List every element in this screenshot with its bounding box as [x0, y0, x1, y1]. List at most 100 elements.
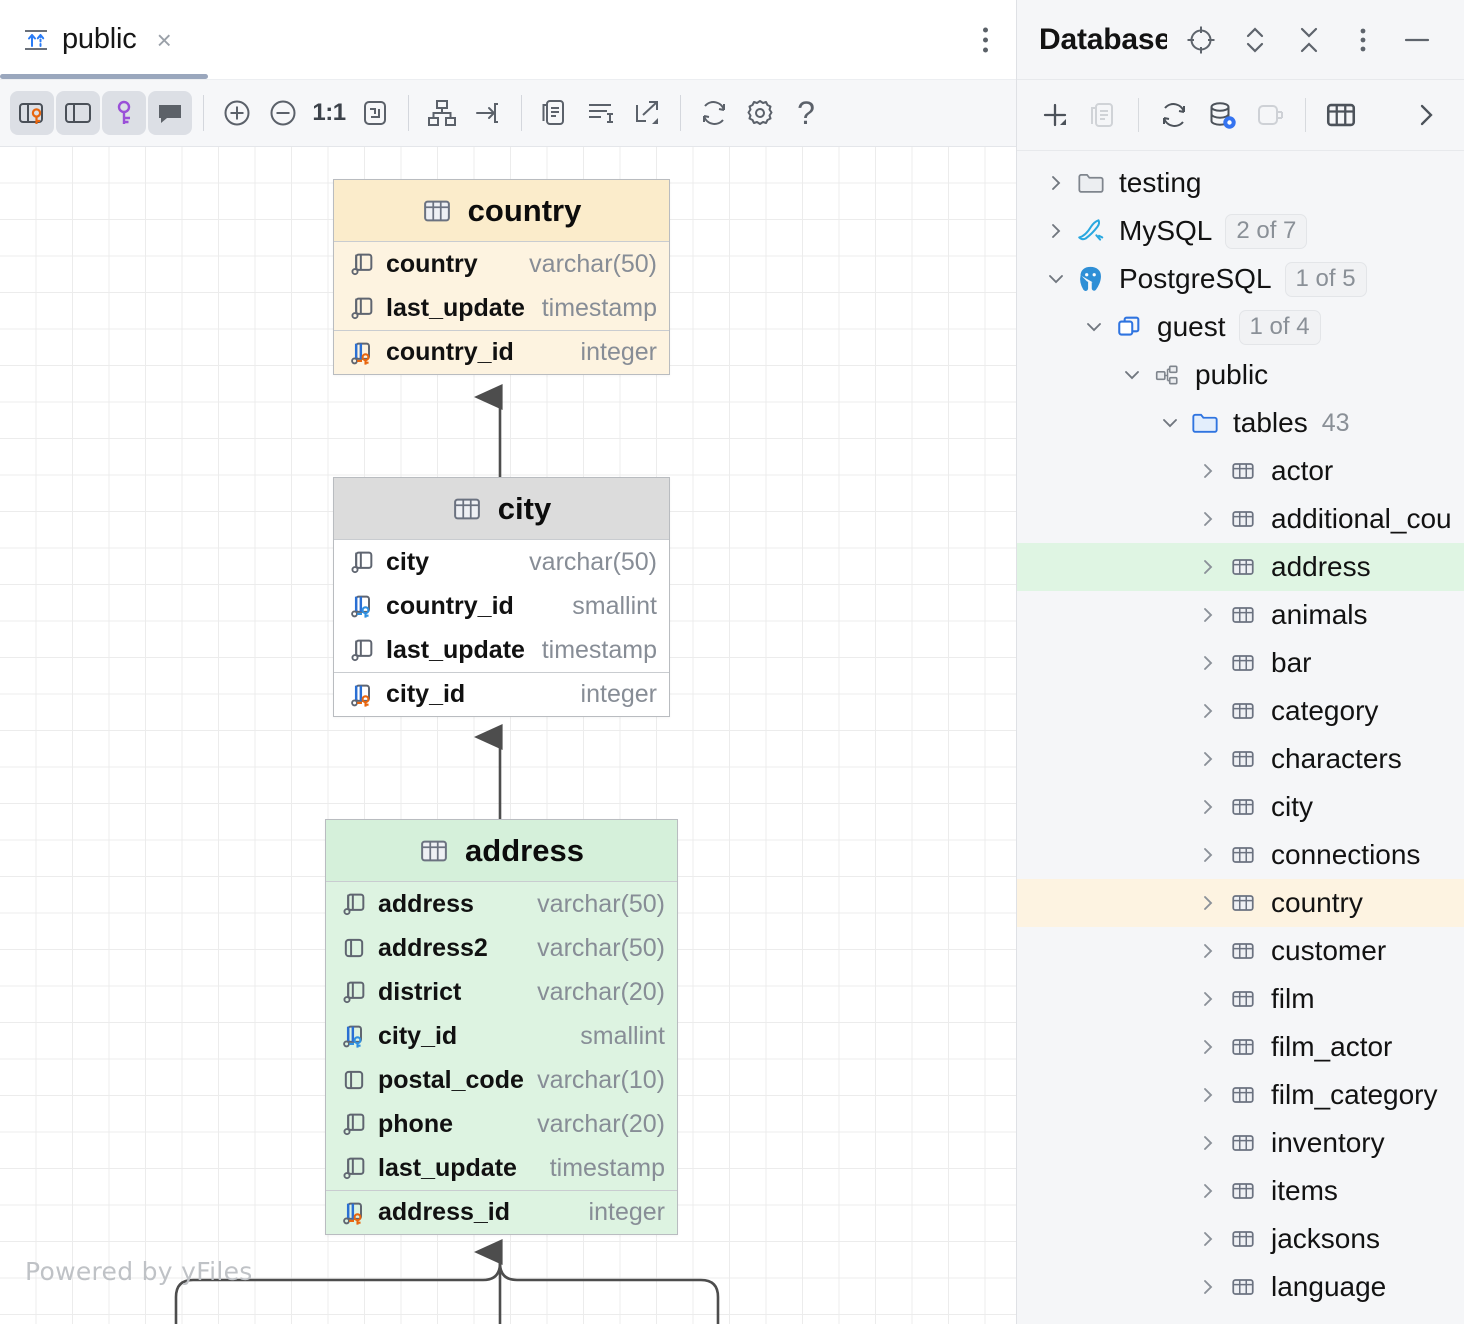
refresh-button[interactable] — [692, 91, 736, 135]
tree-item-characters[interactable]: characters — [1017, 735, 1464, 783]
tree-item-label: film_category — [1271, 1079, 1438, 1111]
new-data-source-icon[interactable] — [1033, 93, 1077, 137]
scroll-from-source-icon[interactable] — [1181, 20, 1221, 60]
chevron-right-icon[interactable] — [1191, 1038, 1225, 1056]
refresh-icon[interactable] — [1152, 93, 1196, 137]
options-menu-icon[interactable] — [1343, 20, 1383, 60]
column-row[interactable]: last_update timestamp — [334, 286, 669, 330]
tab-public[interactable]: public × — [0, 0, 192, 79]
table-icon — [1225, 888, 1261, 918]
close-icon[interactable]: × — [157, 27, 172, 53]
primary-key-row[interactable]: city_id integer — [334, 672, 669, 716]
tree-item-country[interactable]: country — [1017, 879, 1464, 927]
chevron-right-icon[interactable] — [1191, 1182, 1225, 1200]
jump-to-button[interactable] — [466, 91, 510, 135]
database-tree[interactable]: testing MySQL 2 of 7 — [1017, 151, 1464, 1324]
tree-item-inventory[interactable]: inventory — [1017, 1119, 1464, 1167]
chevron-down-icon[interactable] — [1153, 414, 1187, 432]
chevron-right-icon[interactable] — [1191, 654, 1225, 672]
chevron-right-icon[interactable] — [1191, 1086, 1225, 1104]
chevron-right-icon[interactable] — [1191, 606, 1225, 624]
table-node-city[interactable]: city city varchar(50) — [333, 477, 670, 717]
chevron-right-icon[interactable] — [1191, 558, 1225, 576]
tree-item-city[interactable]: city — [1017, 783, 1464, 831]
column-row[interactable]: address2 varchar(50) — [326, 926, 677, 970]
tree-item-animals[interactable]: animals — [1017, 591, 1464, 639]
column-row[interactable]: district varchar(20) — [326, 970, 677, 1014]
tree-item-items[interactable]: items — [1017, 1167, 1464, 1215]
tree-item-bar[interactable]: bar — [1017, 639, 1464, 687]
column-row[interactable]: phone varchar(20) — [326, 1102, 677, 1146]
tree-item-connections[interactable]: connections — [1017, 831, 1464, 879]
chevron-right-icon[interactable] — [1191, 462, 1225, 480]
zoom-in-button[interactable] — [215, 91, 259, 135]
tree-item-postgresql[interactable]: PostgreSQL 1 of 5 — [1017, 255, 1464, 303]
tree-item-jacksons[interactable]: jacksons — [1017, 1215, 1464, 1263]
show-comments-toggle[interactable] — [148, 91, 192, 135]
tree-item-customer[interactable]: customer — [1017, 927, 1464, 975]
tree-item-film-actor[interactable]: film_actor — [1017, 1023, 1464, 1071]
minimize-icon[interactable] — [1397, 20, 1437, 60]
chevron-right-icon[interactable] — [1191, 510, 1225, 528]
primary-key-row[interactable]: address_id integer — [326, 1190, 677, 1234]
tree-item-film[interactable]: film — [1017, 975, 1464, 1023]
collapse-all-icon[interactable] — [1289, 20, 1329, 60]
fit-content-button[interactable] — [353, 91, 397, 135]
chevron-right-icon[interactable] — [1191, 894, 1225, 912]
tree-item-testing[interactable]: testing — [1017, 159, 1464, 207]
chevron-right-icon[interactable] — [1191, 702, 1225, 720]
column-row[interactable]: address varchar(50) — [326, 882, 677, 926]
show-columns-toggle[interactable] — [10, 91, 54, 135]
tree-item-category[interactable]: category — [1017, 687, 1464, 735]
chevron-down-icon[interactable] — [1115, 366, 1149, 384]
chevron-right-icon[interactable] — [1191, 1230, 1225, 1248]
open-table-icon[interactable] — [1319, 93, 1363, 137]
table-node-title: address — [465, 833, 584, 869]
primary-key-row[interactable]: country_id integer — [334, 330, 669, 374]
database-settings-icon[interactable] — [1200, 93, 1244, 137]
export-button[interactable] — [625, 91, 669, 135]
help-button[interactable]: ? — [784, 91, 828, 135]
zoom-out-button[interactable] — [261, 91, 305, 135]
expand-collapse-icon[interactable] — [1235, 20, 1275, 60]
diagram-canvas[interactable]: country_id city_id country — [0, 147, 1016, 1324]
table-node-address[interactable]: address address varcha — [325, 819, 678, 1235]
column-row[interactable]: city_id smallint — [326, 1014, 677, 1058]
tree-item-tables[interactable]: tables 43 — [1017, 399, 1464, 447]
column-row[interactable]: city varchar(50) — [334, 540, 669, 584]
chevron-right-icon[interactable] — [1191, 942, 1225, 960]
tree-item-actor[interactable]: actor — [1017, 447, 1464, 495]
column-row[interactable]: country_id smallint — [334, 584, 669, 628]
chevron-right-icon[interactable] — [1191, 846, 1225, 864]
chevron-down-icon[interactable] — [1077, 318, 1111, 336]
column-row[interactable]: last_update timestamp — [326, 1146, 677, 1190]
tree-item-language[interactable]: language — [1017, 1263, 1464, 1311]
chevron-right-icon[interactable] — [1191, 750, 1225, 768]
tree-item-film-category[interactable]: film_category — [1017, 1071, 1464, 1119]
table-node-country[interactable]: country country varchar — [333, 179, 670, 375]
chevron-right-icon[interactable] — [1191, 990, 1225, 1008]
chevron-right-icon[interactable] — [1191, 1134, 1225, 1152]
show-keys-toggle[interactable] — [102, 91, 146, 135]
column-row[interactable]: last_update timestamp — [334, 628, 669, 672]
chevron-right-icon[interactable] — [1039, 174, 1073, 192]
tree-item-public[interactable]: public — [1017, 351, 1464, 399]
chevron-right-icon[interactable] — [1039, 222, 1073, 240]
chevron-right-icon[interactable] — [1191, 798, 1225, 816]
tree-item-address[interactable]: address — [1017, 543, 1464, 591]
chevron-down-icon[interactable] — [1039, 270, 1073, 288]
show-table-columns-toggle[interactable] — [56, 91, 100, 135]
layout-button[interactable] — [420, 91, 464, 135]
more-arrow-icon[interactable] — [1404, 93, 1448, 137]
copy-diagram-button[interactable] — [533, 91, 577, 135]
chevron-right-icon[interactable] — [1191, 1278, 1225, 1296]
column-row[interactable]: postal_code varchar(10) — [326, 1058, 677, 1102]
editor-options-menu-icon[interactable] — [983, 27, 988, 52]
tree-item-guest[interactable]: guest 1 of 4 — [1017, 303, 1464, 351]
settings-button[interactable] — [738, 91, 782, 135]
tree-item-mysql[interactable]: MySQL 2 of 7 — [1017, 207, 1464, 255]
actual-size-button[interactable]: 1:1 — [307, 91, 351, 135]
column-row[interactable]: country varchar(50) — [334, 242, 669, 286]
filter-button[interactable] — [579, 91, 623, 135]
tree-item-additional-cou[interactable]: additional_cou — [1017, 495, 1464, 543]
